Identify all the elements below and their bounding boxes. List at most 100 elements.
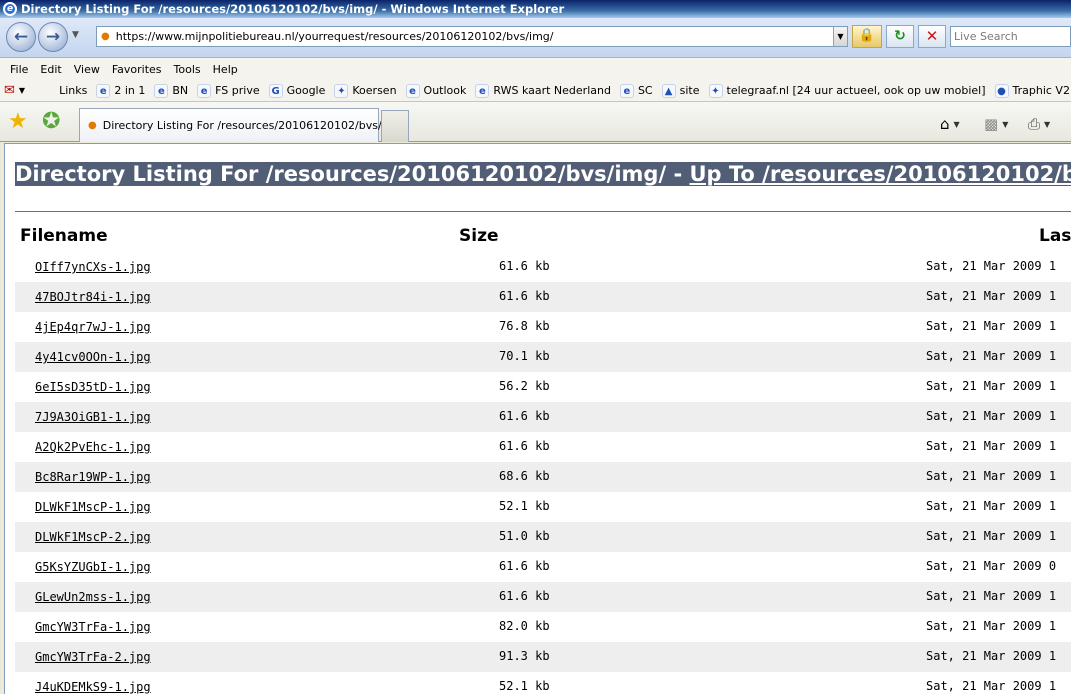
file-date: Sat, 21 Mar 2009 1 [926, 469, 1057, 483]
link-bn[interactable]: e BN [154, 83, 188, 98]
ie-page-icon: e [475, 83, 490, 98]
lock-icon[interactable]: 🔒 [852, 25, 882, 48]
telegraaf-icon: ✦ [708, 83, 723, 98]
link-2in1[interactable]: e2 in 1 [96, 83, 145, 98]
file-size: 68.6 kb [499, 469, 550, 483]
file-date: Sat, 21 Mar 2009 1 [926, 589, 1057, 603]
mail-icon[interactable]: ✉ [4, 83, 15, 98]
ie-page-icon: e [96, 83, 111, 98]
telegraaf-icon: ✦ [334, 83, 349, 98]
file-link[interactable]: G5KsYZUGbI-1.jpg [35, 560, 151, 574]
search-input[interactable]: Live Search [950, 26, 1071, 47]
link-koersen[interactable]: ✦ Koersen [334, 83, 397, 98]
table-row: 4y41cv0OOn-1.jpg 70.1 kb Sat, 21 Mar 2009 … [15, 342, 1071, 372]
table-row: Bc8Rar19WP-1.jpg 68.6 kb Sat, 21 Mar 2009 … [15, 462, 1071, 492]
file-size: 61.6 kb [499, 289, 550, 303]
address-url[interactable]: https://www.mijnpolitiebureau.nl/yourreq… [116, 30, 554, 43]
file-date: Sat, 21 Mar 2009 1 [926, 349, 1057, 363]
address-dropdown-icon[interactable]: ▼ [833, 27, 847, 46]
menu-file[interactable]: File [4, 63, 34, 76]
feeds-dropdown-icon[interactable]: ▼ [1002, 120, 1008, 129]
divider [15, 211, 1071, 212]
link-google[interactable]: G Google [268, 83, 325, 98]
file-date: Sat, 21 Mar 2009 1 [926, 619, 1057, 633]
file-link[interactable]: GLewUn2mss-1.jpg [35, 590, 151, 604]
menu-view[interactable]: View [68, 63, 106, 76]
forward-button[interactable]: → [38, 22, 68, 52]
file-link[interactable]: Bc8Rar19WP-1.jpg [35, 470, 151, 484]
table-row: DLWkF1MscP-1.jpg 52.1 kb Sat, 21 Mar 2009 … [15, 492, 1071, 522]
file-link[interactable]: GmcYW3TrFa-1.jpg [35, 620, 151, 634]
file-size: 61.6 kb [499, 259, 550, 273]
link-sc[interactable]: e SC [619, 83, 653, 98]
tab-title: Directory Listing For /resources/2010612… [102, 119, 407, 132]
feeds-button[interactable]: ▩ ▼ [984, 112, 1008, 136]
menu-edit[interactable]: Edit [34, 63, 67, 76]
table-row: OIff7ynCXs-1.jpg 61.6 kb Sat, 21 Mar 2009 … [15, 252, 1071, 282]
page-heading: Directory Listing For /resources/2010612… [15, 162, 1071, 186]
table-row: GmcYW3TrFa-2.jpg 91.3 kb Sat, 21 Mar 2009 … [15, 642, 1071, 672]
file-date: Sat, 21 Mar 2009 1 [926, 409, 1057, 423]
file-size: 76.8 kb [499, 319, 550, 333]
link-telegraaf[interactable]: ✦ telegraaf.nl [24 uur actueel, ook op uw… [708, 83, 986, 98]
add-favorites-icon[interactable]: ✪ [42, 110, 60, 134]
printer-icon: ⎙ [1028, 115, 1041, 133]
file-size: 56.2 kb [499, 379, 550, 393]
up-to-link[interactable]: Up To /resources/20106120102/bvs [689, 162, 1071, 186]
file-link[interactable]: 4jEp4qr7wJ-1.jpg [35, 320, 151, 334]
menu-favorites[interactable]: Favorites [106, 63, 168, 76]
file-link[interactable]: GmcYW3TrFa-2.jpg [35, 650, 151, 664]
tab-directory-listing[interactable]: ● Directory Listing For /resources/20106… [79, 108, 406, 142]
favorites-star-icon[interactable]: ★ [8, 110, 28, 134]
file-date: Sat, 21 Mar 2009 1 [926, 679, 1057, 693]
window-title: Directory Listing For /resources/2010612… [21, 2, 565, 16]
file-link[interactable]: 47BOJtr84i-1.jpg [35, 290, 151, 304]
menu-help[interactable]: Help [207, 63, 244, 76]
print-dropdown-icon[interactable]: ▼ [1044, 120, 1050, 129]
link-traphic[interactable]: ● Traphic V2 [994, 83, 1070, 98]
file-link[interactable]: DLWkF1MscP-2.jpg [35, 530, 151, 544]
home-dropdown-icon[interactable]: ▼ [954, 120, 960, 129]
file-link[interactable]: A2Qk2PvEhc-1.jpg [35, 440, 151, 454]
file-link[interactable]: DLWkF1MscP-1.jpg [35, 500, 151, 514]
tab-bar: ★ ✪ ● Directory Listing For /resources/2… [0, 102, 1071, 142]
google-icon: G [268, 83, 283, 98]
file-date: Sat, 21 Mar 2009 1 [926, 259, 1057, 273]
file-link[interactable]: 6eI5sD35tD-1.jpg [35, 380, 151, 394]
links-label: Links [59, 84, 88, 97]
file-date: Sat, 21 Mar 2009 0 [926, 559, 1057, 573]
column-filename: Filename [20, 226, 108, 246]
link-rws[interactable]: e RWS kaart Nederland [475, 83, 611, 98]
ie-page-icon: e [154, 83, 169, 98]
new-tab-button[interactable] [381, 110, 409, 142]
back-button[interactable]: ← [6, 22, 36, 52]
file-table: OIff7ynCXs-1.jpg 61.6 kb Sat, 21 Mar 2009 … [15, 252, 1071, 694]
menu-tools[interactable]: Tools [168, 63, 207, 76]
refresh-button[interactable]: ↻ [886, 25, 914, 48]
address-bar[interactable]: ● https://www.mijnpolitiebureau.nl/yourr… [96, 26, 848, 47]
traphic-icon: ● [994, 83, 1009, 98]
address-toolbar: ← → ▼ ● https://www.mijnpolitiebureau.nl… [0, 18, 1071, 58]
page-icon: ● [101, 31, 110, 42]
ie-logo-icon: e [3, 2, 17, 16]
home-button[interactable]: ⌂ ▼ [940, 112, 960, 136]
print-button[interactable]: ⎙ ▼ [1028, 112, 1050, 136]
stop-button[interactable]: ✕ [918, 25, 946, 48]
file-link[interactable]: OIff7ynCXs-1.jpg [35, 260, 151, 274]
ie-page-icon: e [619, 83, 634, 98]
page-icon: ● [88, 120, 97, 131]
ie-page-icon: e [405, 83, 420, 98]
home-icon: ⌂ [940, 115, 950, 133]
mail-dropdown-icon[interactable]: ▼ [19, 86, 25, 95]
history-dropdown-icon[interactable]: ▼ [72, 30, 79, 40]
file-size: 61.6 kb [499, 559, 550, 573]
link-fs-prive[interactable]: e FS prive [197, 83, 260, 98]
file-link[interactable]: 4y41cv0OOn-1.jpg [35, 350, 151, 364]
table-row: 4jEp4qr7wJ-1.jpg 76.8 kb Sat, 21 Mar 2009 … [15, 312, 1071, 342]
table-row: G5KsYZUGbI-1.jpg 61.6 kb Sat, 21 Mar 2009 … [15, 552, 1071, 582]
link-outlook[interactable]: e Outlook [405, 83, 466, 98]
link-site[interactable]: ▲ site [661, 83, 700, 98]
file-link[interactable]: 7J9A3OiGB1-1.jpg [35, 410, 151, 424]
file-link[interactable]: J4uKDEMkS9-1.jpg [35, 680, 151, 694]
file-date: Sat, 21 Mar 2009 1 [926, 289, 1057, 303]
